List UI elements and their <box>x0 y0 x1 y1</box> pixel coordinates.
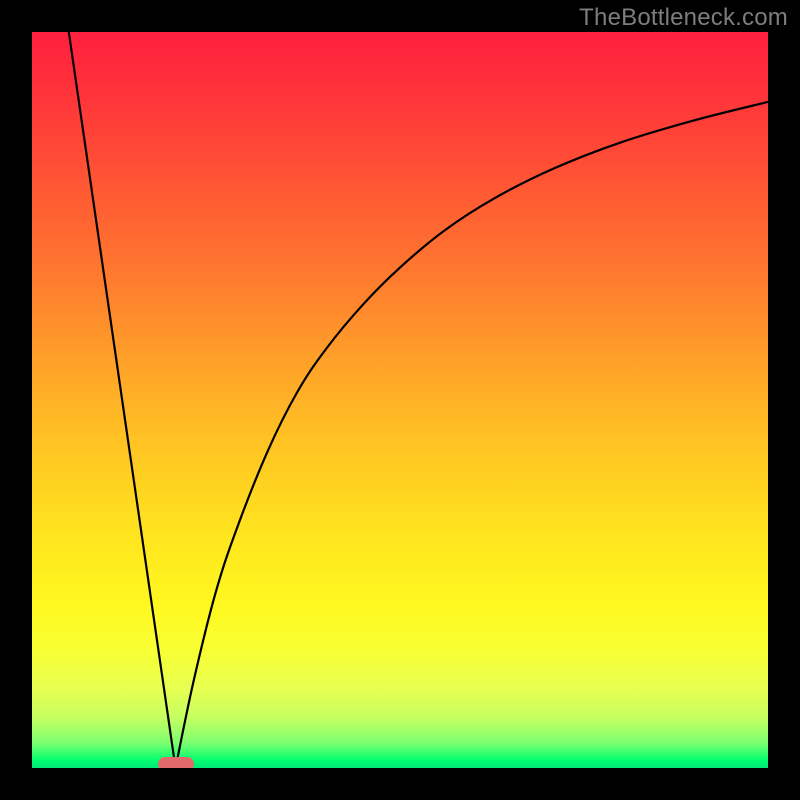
optimum-marker <box>158 757 194 768</box>
watermark-text: TheBottleneck.com <box>579 4 788 32</box>
chart-frame: TheBottleneck.com <box>0 0 800 800</box>
plot-area <box>32 32 768 768</box>
bottleneck-curve <box>32 32 768 768</box>
